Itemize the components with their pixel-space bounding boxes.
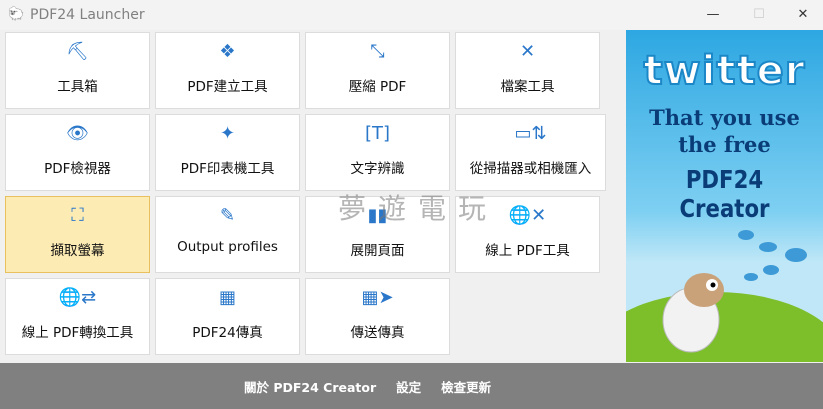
tile-globe-convert[interactable]: 🌐⇄ 線上 PDF轉換工具 (5, 278, 150, 355)
tile-label: 壓縮 PDF (348, 79, 407, 95)
compress-icon: ⤡ (370, 40, 385, 62)
app-icon: 🐑 (8, 7, 25, 22)
eye-icon: 👁 (66, 122, 89, 144)
settings-link[interactable]: 設定 (396, 377, 421, 396)
tile-label: PDF檢視器 (44, 161, 111, 177)
tile-label: 線上 PDF轉換工具 (21, 325, 134, 341)
tile-label: PDF印表機工具 (180, 161, 275, 177)
maximize-button[interactable]: ☐ (736, 0, 782, 30)
tile-eye[interactable]: 👁 PDF檢視器 (5, 114, 150, 191)
toolbox-icon: ⛏ (66, 40, 89, 62)
ad-line-2: the free (678, 132, 771, 157)
tile-screenshot[interactable]: ⛶ 擷取螢幕 (5, 196, 150, 273)
check-update-link[interactable]: 檢查更新 (441, 377, 491, 396)
about-link[interactable]: 關於 PDF24 Creator (244, 377, 376, 396)
ad-line-3: PDF24 Creator (679, 165, 770, 223)
tile-label: 展開頁面 (350, 243, 405, 259)
screenshot-icon: ⛶ (71, 204, 84, 226)
tile-toolbox[interactable]: ⛏ 工具箱 (5, 32, 150, 109)
tile-label: PDF24傳真 (192, 325, 263, 341)
sheep-birds-illustration (662, 230, 807, 353)
twitter-logo: twitter (643, 47, 806, 95)
tile-compress[interactable]: ⤡ 壓縮 PDF (305, 32, 450, 109)
tile-profile-edit[interactable]: ✎ Output profiles (155, 196, 300, 273)
ad-line-1: That you use (649, 105, 800, 130)
tile-label: 擷取螢幕 (50, 243, 105, 259)
tile-label: 線上 PDF工具 (485, 243, 570, 259)
tools-icon: ✕ (519, 40, 536, 62)
tile-label: PDF建立工具 (187, 79, 268, 95)
printer-badge-icon: ✦ (219, 122, 236, 144)
window-title: PDF24 Launcher (30, 7, 145, 23)
profile-edit-icon: ✎ (219, 204, 236, 226)
tile-label: 文字辨識 (350, 161, 405, 177)
tile-tools[interactable]: ✕ 檔案工具 (455, 32, 600, 109)
tile-label: 工具箱 (57, 79, 98, 95)
globe-tools-icon: 🌐✕ (508, 204, 547, 226)
twitter-ad-banner[interactable]: twitter That you use the free PDF24 Crea… (626, 30, 823, 362)
tile-cubes[interactable]: ❖ PDF建立工具 (155, 32, 300, 109)
tile-printer-badge[interactable]: ✦ PDF印表機工具 (155, 114, 300, 191)
tile-label: Output profiles (177, 239, 278, 255)
tile-label: 傳送傳真 (350, 325, 405, 341)
tile-send-fax[interactable]: ▦➤ 傳送傳真 (305, 278, 450, 355)
tile-scanner[interactable]: ▭⇅ 從掃描器或相機匯入 (455, 114, 606, 191)
tile-label: 從掃描器或相機匯入 (469, 161, 592, 177)
fax-icon: ▦ (218, 286, 236, 308)
send-fax-icon: ▦➤ (361, 286, 394, 308)
tile-fax[interactable]: ▦ PDF24傳真 (155, 278, 300, 355)
globe-convert-icon: 🌐⇄ (58, 286, 97, 308)
tile-label: 檔案工具 (500, 79, 555, 95)
cubes-icon: ❖ (219, 40, 236, 62)
scanner-icon: ▭⇅ (514, 122, 547, 144)
close-button[interactable]: ✕ (780, 0, 823, 30)
ocr-icon: [T] (364, 122, 391, 144)
watermark: 夢遊電玩 (338, 192, 499, 225)
minimize-button[interactable]: — (690, 0, 736, 30)
footer-bar: 關於 PDF24 Creator 設定 檢查更新 (0, 363, 823, 409)
tile-ocr[interactable]: [T] 文字辨識 (305, 114, 450, 191)
